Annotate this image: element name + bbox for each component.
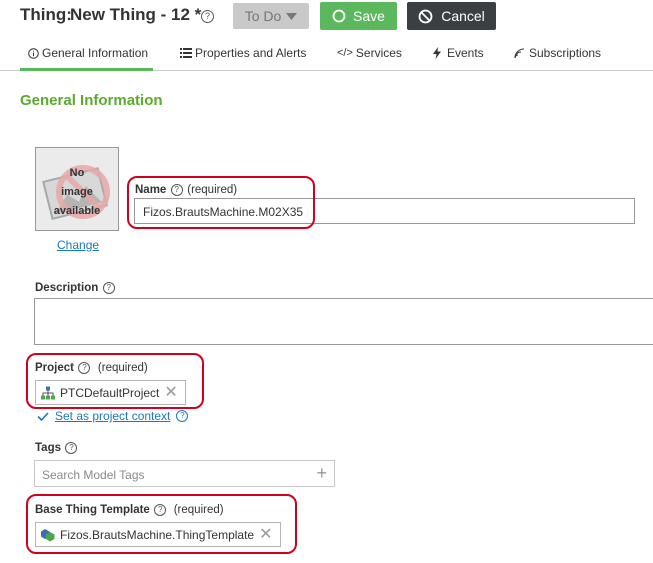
- tab-label: Events: [447, 46, 484, 60]
- ban-icon: [418, 9, 433, 23]
- description-textarea[interactable]: [34, 298, 653, 345]
- save-button-label: Save: [353, 8, 385, 24]
- set-project-context-row[interactable]: Set as project context ?: [37, 409, 189, 423]
- tab-label: Properties and Alerts: [195, 46, 307, 60]
- no-image-line: available: [53, 205, 101, 217]
- tab-label: Subscriptions: [529, 46, 602, 60]
- help-circle-icon[interactable]: ?: [65, 442, 78, 454]
- tags-placeholder: Search Model Tags: [42, 468, 145, 482]
- cancel-button[interactable]: Cancel: [407, 2, 496, 30]
- highlight-ring: [127, 176, 315, 229]
- help-circle-icon[interactable]: ?: [201, 10, 214, 23]
- tab-properties-and-alerts[interactable]: Properties and Alerts: [180, 46, 306, 60]
- checkmark-icon: [37, 411, 49, 421]
- no-image-line: image: [61, 186, 93, 198]
- code-icon: </>: [337, 47, 353, 59]
- entity-name-title: New Thing - 12 *: [70, 5, 202, 24]
- section-title: General Information: [20, 92, 163, 109]
- save-button[interactable]: Save: [320, 2, 397, 30]
- help-circle-icon[interactable]: ?: [102, 282, 115, 294]
- tab-general-information[interactable]: General Information: [28, 46, 148, 60]
- state-button-label: To Do: [244, 8, 282, 24]
- change-image-link[interactable]: Change: [57, 238, 99, 252]
- signal-icon: [514, 47, 525, 58]
- tab-services[interactable]: </> Services: [337, 46, 402, 60]
- entity-type-label: Thing:: [20, 5, 72, 24]
- description-label: Description: [35, 282, 99, 294]
- tab-events[interactable]: Events: [433, 46, 484, 60]
- set-project-context-link[interactable]: Set as project context: [55, 409, 170, 423]
- caret-down-icon: [286, 12, 298, 20]
- tags-label-row: Tags ?: [35, 438, 78, 456]
- cancel-button-label: Cancel: [441, 8, 485, 24]
- add-tag-icon[interactable]: +: [316, 463, 327, 483]
- no-image-line: No: [69, 167, 85, 179]
- description-label-row: Description ?: [35, 278, 115, 296]
- highlight-ring: [26, 353, 204, 409]
- tab-label: General Information: [42, 46, 149, 60]
- lightning-icon: [433, 47, 441, 59]
- tags-search-input[interactable]: Search Model Tags +: [34, 460, 335, 487]
- info-icon: [28, 47, 39, 59]
- list-icon: [180, 48, 192, 58]
- tags-label: Tags: [35, 442, 61, 454]
- active-tab-indicator: [20, 68, 153, 71]
- tab-label: Services: [355, 46, 402, 60]
- state-dropdown-button[interactable]: To Do: [233, 3, 309, 29]
- highlight-ring: [26, 494, 297, 554]
- tab-subscriptions[interactable]: Subscriptions: [514, 46, 601, 60]
- help-circle-icon[interactable]: ?: [176, 410, 189, 422]
- no-image-text: No image available: [35, 164, 119, 221]
- circle-icon: [332, 9, 346, 23]
